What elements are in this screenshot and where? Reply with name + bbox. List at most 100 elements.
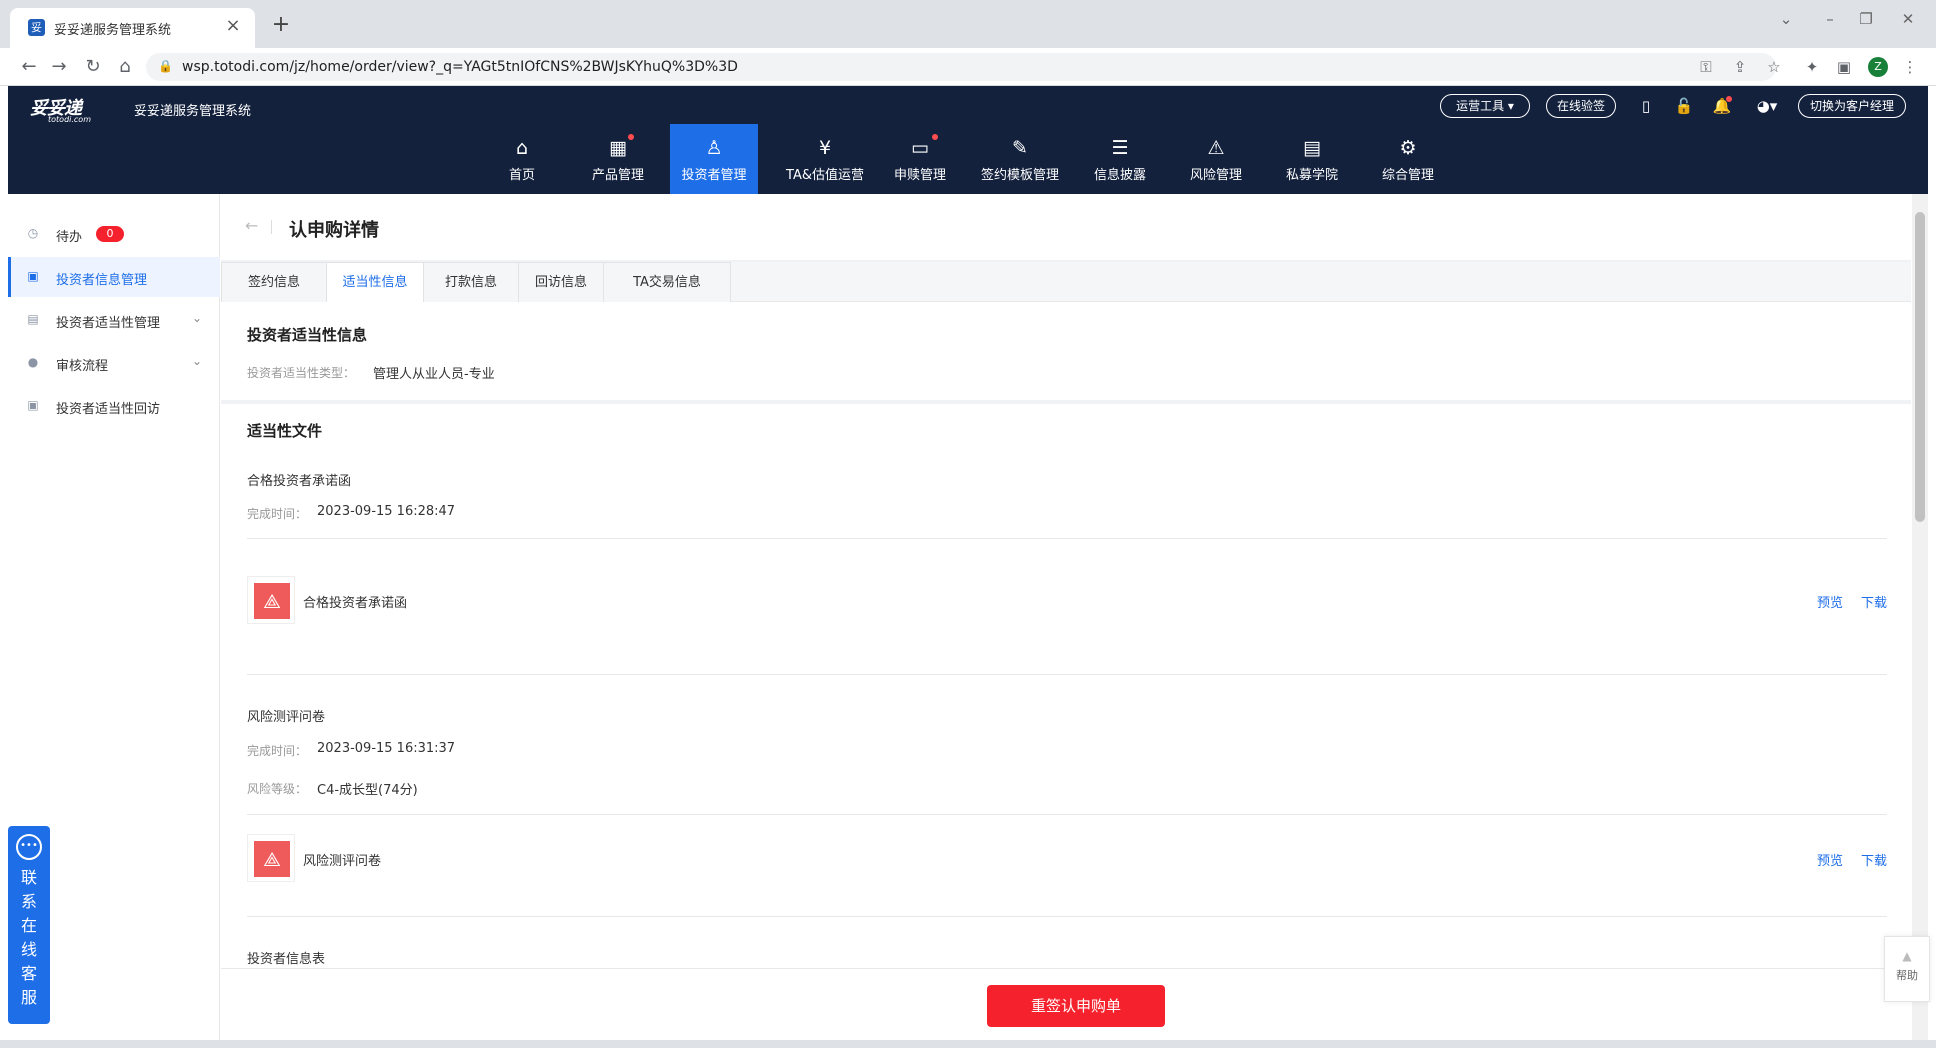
- chevron-down-icon[interactable]: ⌄: [192, 354, 202, 368]
- documents-card: 适当性文件 合格投资者承诺函 完成时间： 2023-09-15 16:28:47…: [221, 404, 1911, 968]
- sidebar-item-suitability[interactable]: ▤ 投资者适当性管理 ⌄: [8, 300, 220, 340]
- logo[interactable]: 妥妥递 totodi.com: [30, 94, 120, 124]
- tab-title: 妥妥递服务管理系统: [54, 23, 172, 38]
- menu-label: 首页: [508, 168, 535, 183]
- help-button[interactable]: ▲ 帮助: [1884, 936, 1930, 1002]
- close-tab-icon[interactable]: ×: [223, 16, 243, 36]
- download-link[interactable]: 下载: [1861, 850, 1887, 869]
- menu-label: 产品管理: [591, 168, 644, 183]
- documents-title: 适当性文件: [247, 422, 323, 440]
- home-icon[interactable]: ⌂: [114, 56, 136, 78]
- risk-level-value: C4-成长型(74分): [317, 783, 418, 798]
- minimize-icon[interactable]: –: [1810, 10, 1850, 28]
- menu-redemption[interactable]: ▭ 申赎管理: [876, 124, 964, 194]
- restore-icon[interactable]: ❐: [1846, 10, 1886, 28]
- suitability-card: 投资者适当性信息 投资者适当性类型： 管理人从业人员-专业: [221, 302, 1911, 400]
- tab-payment-info[interactable]: 打款信息: [423, 262, 519, 303]
- tab-suitability-info[interactable]: 适当性信息: [326, 262, 424, 304]
- tab-search-icon[interactable]: ⌄: [1766, 10, 1806, 28]
- scrollbar[interactable]: [1912, 194, 1928, 1040]
- sidepanel-icon[interactable]: ▣: [1834, 57, 1854, 77]
- pdf-glyph: ⟁: [254, 841, 290, 877]
- help-label: 帮助: [1896, 969, 1918, 982]
- main-menu: ⌂ 首页 ▦ 产品管理 ♙ 投资者管理 ¥ TA&估值运营 ▭ 申赎管理 ✎ 签…: [8, 124, 1928, 194]
- chevron-down-icon[interactable]: ⌄: [192, 311, 202, 325]
- scrollbar-thumb[interactable]: [1915, 212, 1925, 522]
- up-arrow-icon: ▲: [1902, 949, 1912, 963]
- online-sign-button[interactable]: 在线验签: [1546, 94, 1616, 118]
- menu-investors[interactable]: ♙ 投资者管理: [670, 124, 758, 194]
- edit-icon: ✎: [1012, 137, 1028, 159]
- online-support-widget[interactable]: ••• 联系在线客服: [8, 826, 50, 1024]
- ops-tools-dropdown[interactable]: 运营工具 ▾: [1440, 94, 1530, 118]
- sidebar-item-revisit[interactable]: ▣ 投资者适当性回访: [8, 386, 220, 426]
- sidebar-item-label: 投资者适当性回访: [56, 402, 161, 417]
- detail-tabs: 签约信息 适当性信息 打款信息 回访信息 TA交易信息: [221, 262, 1911, 304]
- doc-name: 风险测评问卷: [247, 710, 326, 725]
- file-name: 合格投资者承诺函: [303, 596, 408, 611]
- sidebar-item-review[interactable]: ● 审核流程 ⌄: [8, 343, 220, 383]
- back-arrow-icon[interactable]: ←: [245, 216, 258, 235]
- switch-manager-button[interactable]: 切换为客户经理: [1798, 94, 1906, 118]
- file-row: ⟁ 合格投资者承诺函 预览 下载: [247, 576, 1887, 626]
- pdf-file-icon: ⟁: [247, 576, 295, 624]
- tab-sign-info[interactable]: 签约信息: [221, 262, 327, 303]
- doc-time-value: 2023-09-15 16:31:37: [317, 741, 456, 756]
- menu-label: 风险管理: [1189, 168, 1242, 183]
- extensions-icon[interactable]: ✦: [1802, 57, 1822, 77]
- sidebar-item-label: 审核流程: [56, 359, 109, 374]
- yen-icon: ¥: [818, 137, 832, 159]
- menu-disclosure[interactable]: ☰ 信息披露: [1076, 124, 1164, 194]
- key-icon[interactable]: ⚿: [1696, 57, 1716, 77]
- star-icon[interactable]: ☆: [1764, 57, 1784, 77]
- close-window-icon[interactable]: ✕: [1888, 10, 1928, 28]
- browser-tabbar: 妥 妥妥递服务管理系统 × + ⌄ – ❐ ✕: [0, 0, 1936, 48]
- lock-icon[interactable]: 🔒: [158, 59, 173, 75]
- chat-icon: •••: [16, 834, 42, 860]
- page-title: 认申购详情: [289, 220, 379, 241]
- sidebar-item-investor-info[interactable]: ▣ 投资者信息管理: [8, 257, 220, 297]
- browser-tab[interactable]: 妥 妥妥递服务管理系统 ×: [10, 8, 255, 48]
- home-menu-icon: ⌂: [515, 137, 529, 159]
- forward-icon[interactable]: →: [48, 56, 70, 78]
- revisit-icon: ▣: [27, 398, 39, 412]
- menu-home[interactable]: ⌂ 首页: [478, 124, 566, 194]
- book-icon: ▤: [1303, 137, 1321, 159]
- sidebar-item-label: 投资者信息管理: [56, 273, 148, 288]
- profile-avatar[interactable]: Z: [1868, 57, 1888, 77]
- preview-link[interactable]: 预览: [1817, 850, 1843, 869]
- user-avatar-icon[interactable]: ◕▾: [1752, 96, 1782, 116]
- address-bar[interactable]: 🔒 wsp.totodi.com/jz/home/order/view?_q=Y…: [146, 53, 1776, 81]
- bulb-icon: ●: [27, 355, 39, 369]
- reload-icon[interactable]: ↻: [82, 56, 104, 78]
- tab-revisit-info[interactable]: 回访信息: [518, 262, 604, 303]
- new-tab-icon[interactable]: +: [268, 12, 294, 38]
- menu-templates[interactable]: ✎ 签约模板管理: [970, 124, 1070, 194]
- app-title: 妥妥递服务管理系统: [134, 104, 252, 119]
- share-icon[interactable]: ⇪: [1730, 57, 1750, 77]
- menu-label: 综合管理: [1381, 168, 1434, 183]
- unlock-icon[interactable]: 🔓: [1674, 96, 1694, 116]
- file-row: ⟁ 风险测评问卷 预览 下载: [247, 834, 1887, 884]
- doc-time-label: 完成时间：: [247, 744, 308, 758]
- logo-sub: totodi.com: [48, 115, 91, 124]
- menu-academy[interactable]: ▤ 私募学院: [1268, 124, 1356, 194]
- doc-time-value: 2023-09-15 16:28:47: [317, 504, 456, 519]
- preview-link[interactable]: 预览: [1817, 592, 1843, 611]
- divider: [247, 674, 1887, 675]
- grid-icon: ▦: [609, 137, 627, 159]
- divider: [247, 538, 1887, 539]
- url-text[interactable]: wsp.totodi.com/jz/home/order/view?_q=YAG…: [182, 59, 738, 75]
- menu-general[interactable]: ⚙ 综合管理: [1364, 124, 1452, 194]
- mobile-icon[interactable]: ▯: [1636, 96, 1656, 116]
- menu-products[interactable]: ▦ 产品管理: [574, 124, 662, 194]
- menu-ta-valuation[interactable]: ¥ TA&估值运营: [772, 124, 878, 194]
- back-icon[interactable]: ←: [18, 56, 40, 78]
- menu-icon[interactable]: ⋮: [1900, 57, 1920, 77]
- resign-order-button[interactable]: 重签认申购单: [987, 985, 1165, 1027]
- menu-risk[interactable]: ⚠ 风险管理: [1172, 124, 1260, 194]
- sidebar-item-todo[interactable]: ◷ 待办 0: [8, 214, 220, 254]
- tab-ta-trade-info[interactable]: TA交易信息: [603, 262, 731, 303]
- sidebar-item-label: 投资者适当性管理: [56, 316, 161, 331]
- download-link[interactable]: 下载: [1861, 592, 1887, 611]
